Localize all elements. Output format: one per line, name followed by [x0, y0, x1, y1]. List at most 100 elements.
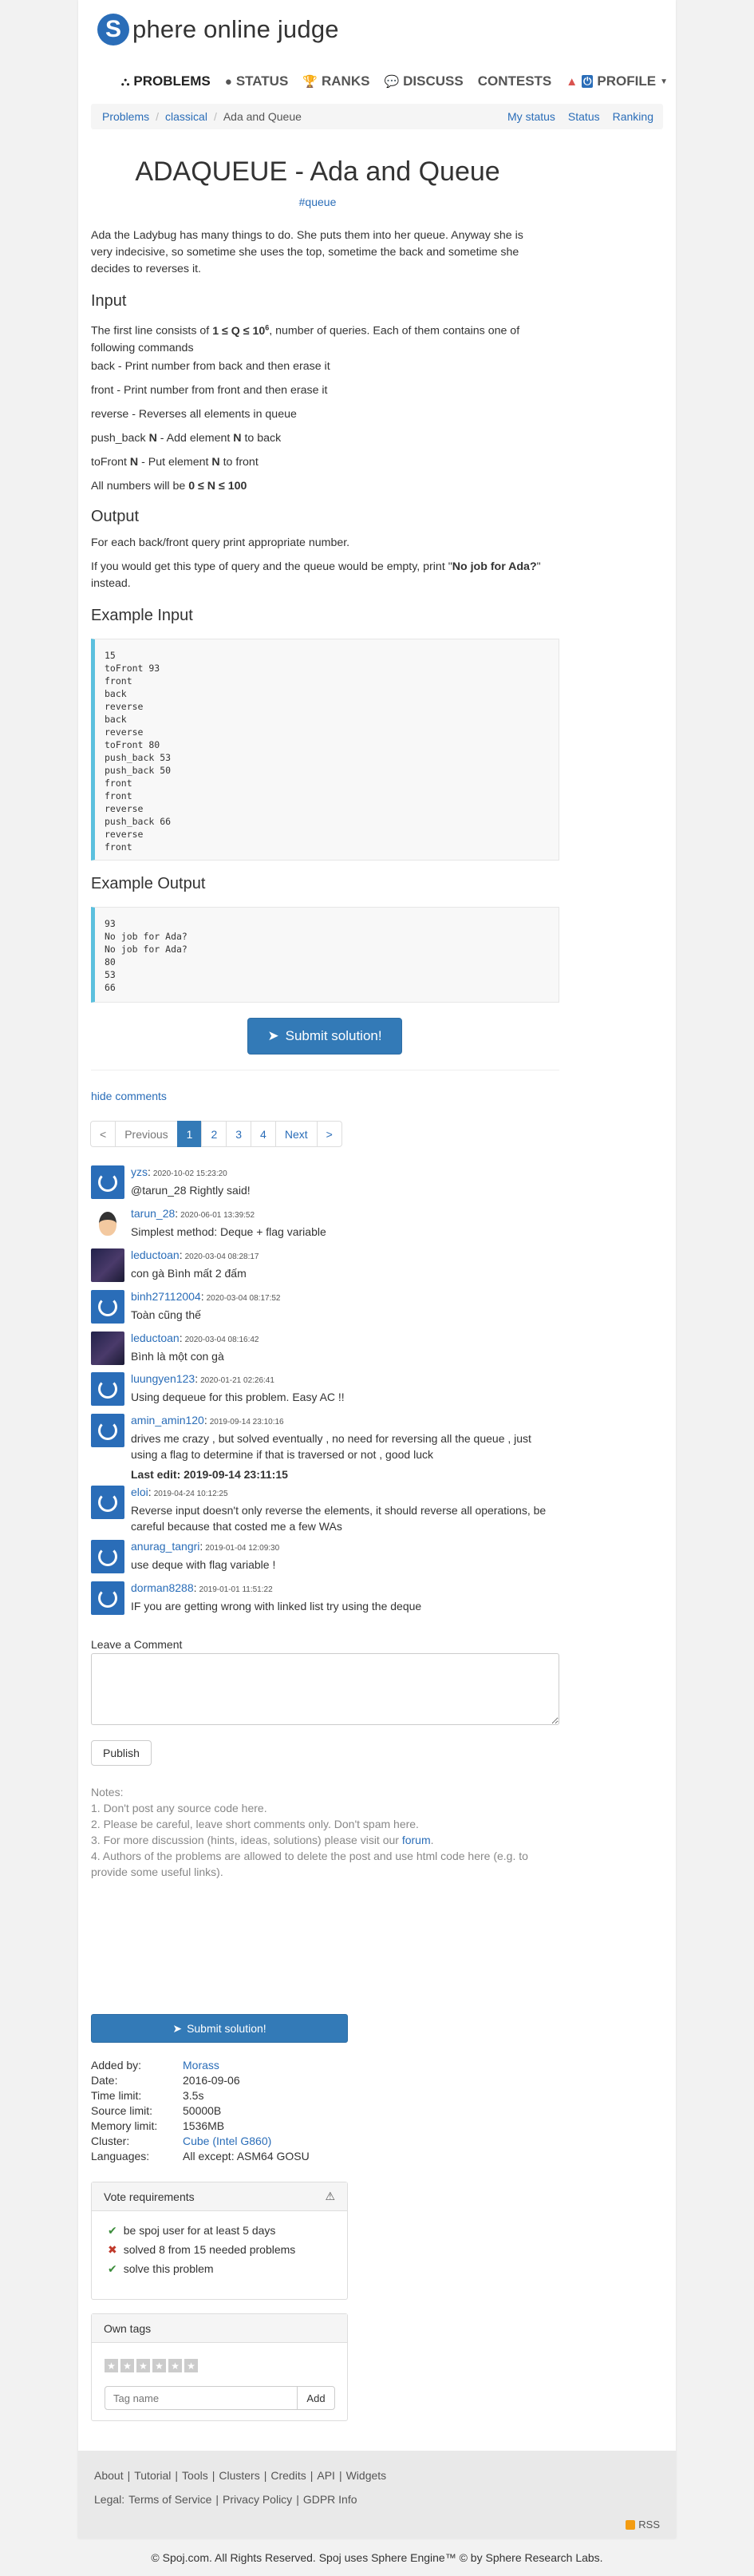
tag-name-input[interactable] — [105, 2386, 298, 2410]
logo-mark: S — [97, 14, 129, 46]
input-description: The first line consists of 1 ≤ Q ≤ 106, … — [91, 323, 520, 354]
avatar[interactable] — [91, 1540, 124, 1573]
nav-ranks[interactable]: 🏆 Ranks — [302, 73, 369, 89]
avatar[interactable] — [91, 1372, 124, 1406]
cluster-link[interactable]: Cube (Intel G860) — [183, 2134, 271, 2149]
status-link[interactable]: Status — [568, 110, 600, 123]
example-input-block: 15 toFront 93 front back reverse back re… — [91, 639, 559, 861]
avatar[interactable] — [91, 1332, 124, 1365]
comment-user[interactable]: yzs — [131, 1165, 148, 1178]
comment-user[interactable]: amin_amin120 — [131, 1414, 204, 1426]
star-icon[interactable]: ★ — [136, 2359, 150, 2372]
comment-user[interactable]: tarun_28 — [131, 1207, 175, 1220]
avatar[interactable] — [91, 1486, 124, 1519]
author-link[interactable]: Morass — [183, 2058, 219, 2073]
output-description: For each back/front query print appropri… — [91, 536, 350, 549]
add-tag-button[interactable]: Add — [297, 2386, 335, 2410]
footer-clusters[interactable]: Clusters — [219, 2469, 259, 2482]
star-icon[interactable]: ★ — [105, 2359, 118, 2372]
pager-page-1[interactable]: 1 — [176, 1121, 203, 1147]
copyright: © Spoj.com. All Rights Reserved. Spoj us… — [151, 2551, 603, 2564]
pager-page-3[interactable]: 3 — [226, 1121, 252, 1147]
comment-user[interactable]: leductoan — [131, 1332, 180, 1344]
vote-requirement: ✔ be spoj user for at least 5 days — [108, 2223, 276, 2238]
nav-profile[interactable]: ▲ ⏻ Profile ▼ — [566, 73, 668, 89]
nav-status[interactable]: ● Status — [225, 73, 289, 89]
submit-solution-button[interactable]: ➤ Submit solution! — [247, 1018, 402, 1055]
check-icon: ✔ — [108, 2223, 117, 2237]
footer-legal: Legal: Terms of Service | Privacy Policy |… — [94, 2493, 357, 2506]
avatar[interactable] — [91, 1290, 124, 1324]
pager-last[interactable]: > — [316, 1121, 342, 1147]
comment-date: 2020-10-02 15:23:20 — [152, 1169, 227, 1178]
problem-tag[interactable]: #queue — [91, 196, 544, 208]
footer-terms[interactable]: Terms of Service — [128, 2493, 211, 2506]
footer-about[interactable]: About — [94, 2469, 124, 2482]
problem-intro: Ada the Ladybug has many things to do. S… — [91, 229, 523, 275]
footer-widgets[interactable]: Widgets — [346, 2469, 387, 2482]
submit-solution-side-button[interactable]: ➤ Submit solution! — [91, 2014, 348, 2043]
pager-page-2[interactable]: 2 — [201, 1121, 227, 1147]
footer-privacy[interactable]: Privacy Policy — [223, 2493, 292, 2506]
my-status-link[interactable]: My status — [507, 110, 555, 123]
avatar[interactable] — [91, 1414, 124, 1447]
star-icon[interactable]: ★ — [120, 2359, 134, 2372]
comment-textarea[interactable] — [91, 1653, 559, 1725]
user-picture-icon — [99, 1212, 116, 1236]
avatar[interactable] — [91, 1248, 124, 1282]
footer-gdpr[interactable]: GDPR Info — [303, 2493, 357, 2506]
star-icon[interactable]: ★ — [184, 2359, 198, 2372]
comment-date: 2020-03-04 08:16:42 — [184, 1335, 259, 1344]
star-icon[interactable]: ★ — [168, 2359, 182, 2372]
own-tags-title: Own tags — [104, 2321, 152, 2335]
footer-tutorial[interactable]: Tutorial — [134, 2469, 171, 2482]
example-input-heading: Example Input — [91, 607, 193, 624]
hide-comments-link[interactable]: hide comments — [91, 1090, 167, 1102]
comment-user[interactable]: anurag_tangri — [131, 1540, 199, 1553]
nav-contests[interactable]: Contests — [478, 73, 552, 89]
problem-links: My status Status Ranking — [507, 110, 653, 123]
pager-next[interactable]: Next — [274, 1121, 318, 1147]
publish-button[interactable]: Publish — [91, 1740, 152, 1766]
comment-user[interactable]: dorman8288 — [131, 1581, 194, 1594]
breadcrumb-classical[interactable]: classical — [165, 110, 207, 123]
comment-user[interactable]: binh27112004 — [131, 1290, 201, 1303]
pager-first[interactable]: < — [90, 1121, 116, 1147]
example-output-heading: Example Output — [91, 875, 206, 892]
check-icon: ✔ — [108, 2261, 117, 2275]
problems-icon: ⛬ — [120, 74, 130, 89]
comments-icon: 💬 — [384, 75, 400, 89]
avatar[interactable] — [91, 1207, 124, 1241]
default-avatar-icon — [98, 1493, 117, 1512]
comment-user[interactable]: leductoan — [131, 1248, 180, 1261]
info-time-limit: Time limit: 3.5s — [91, 2089, 204, 2102]
comment-user[interactable]: luungyen123 — [131, 1372, 195, 1385]
main-nav: ⛬ Problems ● Status 🏆 Ranks 💬 Discuss Contes… — [121, 73, 668, 89]
avatar[interactable] — [91, 1581, 124, 1615]
comment-last-edit: Last edit: 2019-09-14 23:11:15 — [131, 1468, 288, 1481]
forum-link[interactable]: forum — [402, 1834, 431, 1846]
footer-api[interactable]: API — [317, 2469, 335, 2482]
nav-discuss[interactable]: 💬 Discuss — [384, 73, 463, 89]
page-container: S phere online judge ⛬ Problems ● Status 🏆… — [78, 0, 676, 2538]
breadcrumb-separator: / — [156, 110, 160, 123]
site-logo[interactable]: S phere online judge — [97, 11, 339, 48]
comments-pagination: < Previous 1 2 3 4 Next > — [90, 1121, 342, 1147]
status-icon: ● — [224, 74, 232, 89]
vote-requirement: ✖ solved 8 from 15 needed problems — [108, 2242, 296, 2257]
pager-previous[interactable]: Previous — [115, 1121, 178, 1147]
comment-user[interactable]: eloi — [131, 1486, 148, 1498]
nav-problems[interactable]: ⛬ Problems — [121, 73, 211, 89]
comment-text: con gà Bình mất 2 đấm — [131, 1267, 247, 1280]
footer-tools[interactable]: Tools — [182, 2469, 208, 2482]
avatar[interactable] — [91, 1165, 124, 1199]
footer-credits[interactable]: Credits — [270, 2469, 306, 2482]
pager-page-4[interactable]: 4 — [251, 1121, 276, 1147]
star-icon[interactable]: ★ — [152, 2359, 166, 2372]
info-date: Date: 2016-09-06 — [91, 2074, 240, 2087]
command-to-front: toFront N - Put element N to front — [91, 456, 259, 469]
rss-link[interactable]: RSS — [626, 2519, 660, 2530]
ranking-link[interactable]: Ranking — [613, 110, 653, 123]
warning-icon: ⚠ — [325, 2190, 335, 2202]
breadcrumb-problems[interactable]: Problems — [102, 110, 149, 123]
